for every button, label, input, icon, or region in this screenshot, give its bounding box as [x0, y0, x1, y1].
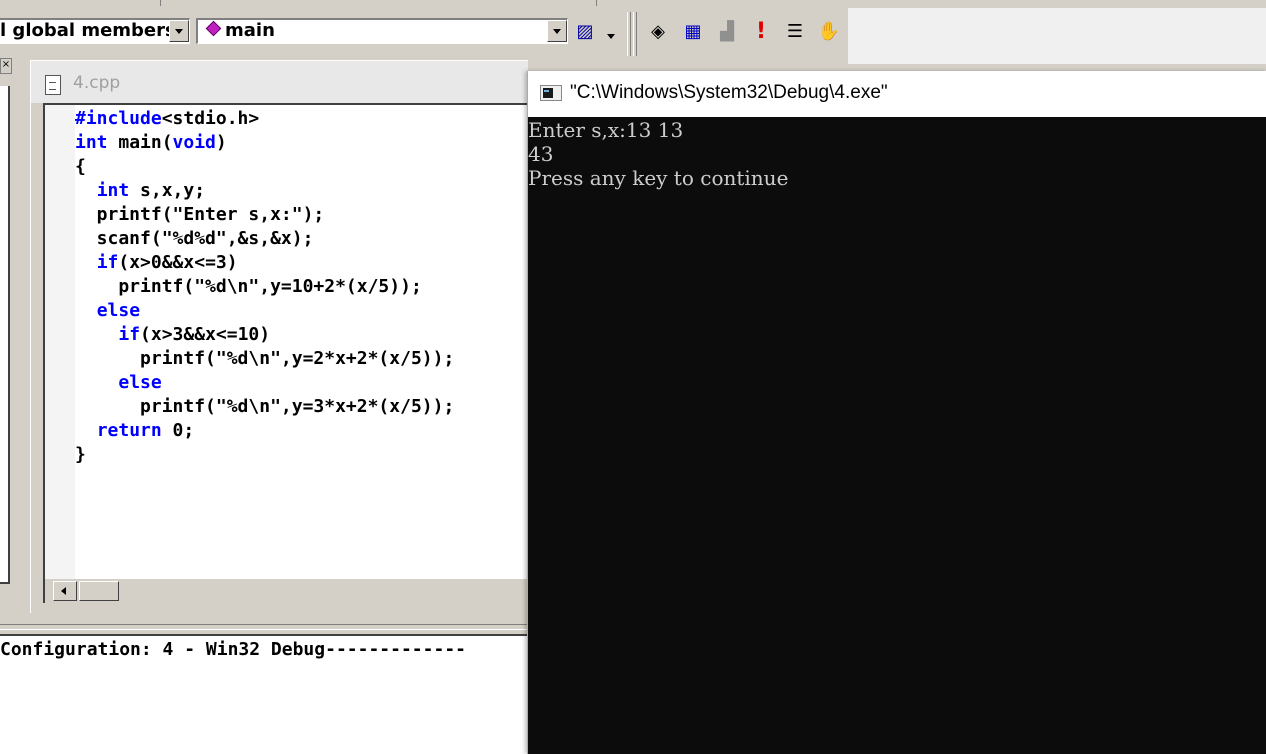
console-window[interactable]: "C:\Windows\System32\Debug\4.exe" Enter …: [527, 71, 1266, 754]
code-keyword: return: [96, 420, 162, 441]
wizard-toolbar: l global members main ▨ ◈ ▦ ▟ ! ☰ ✋: [0, 8, 1266, 64]
stop-build-icon[interactable]: ▟: [713, 18, 741, 46]
build-output-line: Configuration: 4 - Win32 Debug----------…: [0, 639, 466, 660]
breakpoint-hand-icon[interactable]: ✋: [815, 18, 843, 46]
code-line: if(x>3&&x<=10): [75, 323, 454, 347]
code-text: {: [75, 156, 86, 177]
code-line: int main(void): [75, 131, 454, 155]
code-line: printf("%d\n",y=2*x+2*(x/5));: [75, 347, 454, 371]
code-keyword: int: [96, 180, 130, 201]
class-scope-value: l global members: [0, 20, 176, 41]
code-line: }: [75, 443, 454, 467]
scroll-thumb[interactable]: [79, 581, 119, 601]
menu-strip-segment: [160, 0, 597, 6]
code-keyword: else: [118, 372, 162, 393]
code-line: if(x>0&&x<=3): [75, 251, 454, 275]
code-line: else: [75, 371, 454, 395]
editor-title: 4.cpp: [73, 73, 121, 93]
code-keyword: if: [96, 252, 119, 273]
code-line: else: [75, 299, 454, 323]
code-keyword: #include: [75, 108, 162, 129]
console-line: Enter s,x:13 13: [528, 118, 684, 142]
code-line: printf("%d\n",y=10+2*(x/5));: [75, 275, 454, 299]
wizard-action-icon[interactable]: ▨: [571, 18, 599, 46]
code-line: scanf("%d%d",&s,&x);: [75, 227, 454, 251]
dropdown-arrow-icon[interactable]: [607, 34, 615, 39]
toolbar-separator: [627, 12, 631, 56]
build-icon[interactable]: ▦: [679, 18, 707, 46]
compile-icon[interactable]: ◈: [644, 18, 672, 46]
toolbar-separator: [633, 12, 637, 56]
console-line: 43: [528, 142, 554, 166]
console-title: "C:\Windows\System32\Debug\4.exe": [570, 82, 888, 103]
code-text: (x>3&&x<=10): [140, 324, 271, 345]
code-keyword: else: [96, 300, 141, 321]
chevron-down-icon[interactable]: [547, 20, 567, 42]
horizontal-scrollbar[interactable]: [43, 579, 530, 603]
code-keyword: int: [75, 132, 108, 153]
code-text: ): [215, 132, 227, 153]
scroll-left-icon[interactable]: [53, 581, 77, 601]
console-titlebar[interactable]: "C:\Windows\System32\Debug\4.exe": [528, 71, 1266, 117]
workspace-tree[interactable]: [0, 86, 10, 584]
code-keyword: void: [172, 132, 216, 153]
code-line: {: [75, 155, 454, 179]
editor-titlebar[interactable]: 4.cpp: [31, 61, 528, 103]
code-text: main(: [107, 132, 173, 153]
source-code[interactable]: #include<stdio.h> int main(void){ int s,x…: [75, 107, 454, 467]
code-editor[interactable]: #include<stdio.h> int main(void){ int s,x…: [43, 103, 530, 581]
code-line: int s,x,y;: [75, 179, 454, 203]
function-combo-value: main: [225, 20, 275, 41]
function-diamond-icon: [205, 20, 222, 37]
console-line: Press any key to continue: [528, 166, 789, 190]
output-splitter[interactable]: [0, 624, 527, 636]
code-text: s,x,y;: [129, 180, 206, 201]
console-app-icon: [540, 85, 562, 101]
code-text: scanf("%d%d",&s,&x);: [75, 228, 314, 249]
output-pane[interactable]: Configuration: 4 - Win32 Debug----------…: [0, 636, 527, 754]
console-body[interactable]: Enter s,x:13 13 43 Press any key to cont…: [528, 117, 1266, 754]
code-text: printf("%d\n",y=2*x+2*(x/5));: [75, 348, 455, 369]
close-icon[interactable]: ×: [0, 58, 12, 74]
code-keyword: if: [118, 324, 141, 345]
chevron-down-icon[interactable]: [169, 20, 189, 42]
code-line: return 0;: [75, 419, 454, 443]
execute-icon[interactable]: !: [747, 18, 775, 46]
code-text: (x>0&&x<=3): [118, 252, 238, 273]
editor-gutter: [45, 105, 75, 581]
code-text: printf("%d\n",y=3*x+2*(x/5));: [75, 396, 455, 417]
code-text: }: [75, 444, 86, 465]
toolbar-empty-area: [848, 8, 1266, 64]
step-into-icon[interactable]: ☰: [781, 18, 809, 46]
code-text: <stdio.h>: [161, 108, 260, 129]
code-text: 0;: [161, 420, 195, 441]
code-text: printf("Enter s,x:");: [75, 204, 325, 225]
document-icon: [45, 75, 61, 95]
class-scope-combo[interactable]: l global members: [0, 18, 190, 44]
code-line: #include<stdio.h>: [75, 107, 454, 131]
editor-window: 4.cpp #include<stdio.h> int main(void){ i…: [30, 60, 530, 613]
menu-strip-segment: [40, 0, 161, 6]
function-combo[interactable]: main: [196, 18, 568, 44]
workspace-pane: ×: [0, 56, 22, 588]
code-text: printf("%d\n",y=10+2*(x/5));: [75, 276, 422, 297]
code-line: printf("Enter s,x:");: [75, 203, 454, 227]
function-combo-content: main: [198, 20, 275, 42]
code-line: printf("%d\n",y=3*x+2*(x/5));: [75, 395, 454, 419]
